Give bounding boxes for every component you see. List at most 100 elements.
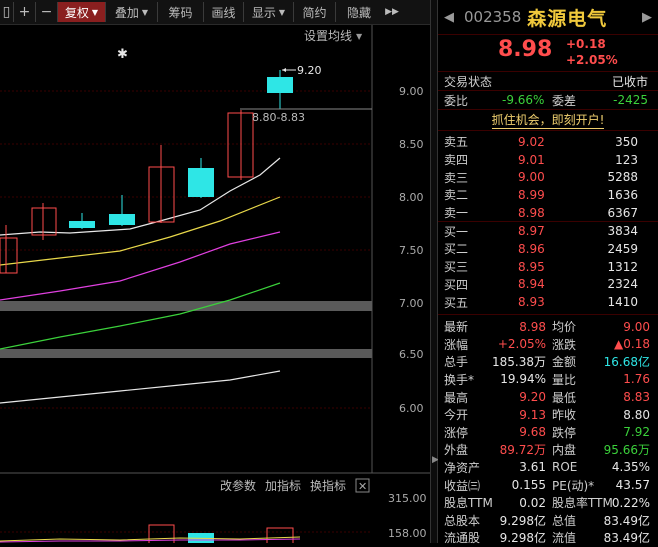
ask-price: 9.00 — [518, 170, 545, 185]
display-button[interactable]: 显示 ▼ — [244, 2, 294, 22]
stat-label: 涨停 — [444, 425, 469, 440]
switch-indicator-button[interactable]: 换指标 — [310, 478, 346, 493]
stat-label: 股息率TTM — [552, 496, 613, 511]
status-label: 交易状态 — [444, 74, 493, 89]
stat-label: 量比 — [552, 372, 577, 387]
ask-volume: 1636 — [607, 187, 638, 202]
stat-value: 9.298亿 — [499, 513, 546, 528]
candle-2 — [31, 207, 57, 236]
candle-4 — [109, 214, 135, 225]
ask-row: 卖四 9.01 123 — [438, 151, 658, 169]
ask-volume: 5288 — [607, 170, 638, 185]
stat-label: 收益㈢ — [444, 478, 481, 493]
stat-row: 最新 8.98 均价 9.00 — [438, 318, 658, 336]
status-value: 已收市 — [611, 74, 648, 89]
stat-value: 0.22% — [611, 495, 650, 510]
stat-value: 4.35% — [611, 460, 650, 475]
bid-volume: 3834 — [607, 224, 638, 239]
chips-button[interactable]: 筹码 — [158, 2, 204, 22]
price-tick: 8.50 — [399, 138, 424, 151]
edit-params-button[interactable]: 改参数 — [220, 478, 256, 493]
fuquan-label: 复权 — [64, 5, 89, 20]
stat-value: 9.20 — [519, 390, 546, 405]
bid-price: 8.94 — [518, 277, 545, 292]
add-indicator-button[interactable]: 加指标 — [265, 478, 301, 493]
draw-line-button[interactable]: 画线 — [204, 2, 244, 22]
zoom-out-button[interactable]: − — [36, 2, 58, 22]
chart-toolbar: ▯ + − 复权 ▼ 叠加 ▼ 筹码 画线 显示 ▼ 简约 隐藏 ▶▶ — [0, 0, 430, 25]
stat-value: 16.68亿 — [603, 355, 650, 370]
stat-value: 7.92 — [623, 425, 650, 440]
quote-panel: ◀ 002358 森源电气 ▶ 8.98 +0.18 +2.05% 交易状态 已… — [438, 0, 658, 545]
stat-label: 金额 — [552, 355, 577, 370]
status-row: 交易状态 已收市 — [438, 72, 658, 91]
band-upper — [0, 301, 372, 311]
volume-bar — [266, 527, 294, 546]
bid-volume: 1410 — [607, 295, 638, 310]
price-tick: 6.50 — [399, 348, 424, 361]
kline-svg: 9.20 8.80-8.83 ✱ 设置均线 ▼ 9.00 8.50 8.00 7… — [0, 25, 430, 546]
stat-row: 换手* 19.94% 量比 1.76 — [438, 371, 658, 389]
candle-8 — [267, 77, 293, 93]
stat-value: +2.05% — [497, 337, 546, 352]
weibi-label: 委比 — [444, 93, 469, 108]
simple-button[interactable]: 简约 — [294, 2, 336, 22]
ask-label: 卖二 — [444, 188, 469, 203]
bid-price: 8.97 — [518, 224, 545, 239]
stat-label: 总股本 — [444, 513, 481, 528]
ask-volume: 350 — [615, 134, 638, 149]
volume-bars — [0, 524, 301, 546]
stock-code: 002358 — [464, 8, 522, 26]
overlay-label: 叠加 — [114, 5, 139, 20]
overlay-button[interactable]: 叠加 ▼ — [106, 2, 158, 22]
stat-row: 总手 185.38万 金额 16.68亿 — [438, 353, 658, 371]
ask-label: 卖三 — [444, 170, 469, 185]
expand-icon[interactable]: ▶▶ — [382, 2, 402, 22]
volume-tick: 158.00 — [388, 527, 427, 540]
high-marker-label: 9.20 — [297, 64, 322, 77]
ask-volume: 6367 — [607, 205, 638, 220]
stat-value: 8.83 — [623, 390, 650, 405]
stat-value: ▲0.18 — [614, 337, 650, 352]
ask-label: 卖五 — [444, 135, 469, 150]
stat-value: 8.80 — [623, 407, 650, 422]
range-label: 8.80-8.83 — [252, 111, 305, 124]
change-percent: +2.05% — [566, 53, 618, 67]
stat-value: 43.57 — [615, 478, 650, 493]
hide-button[interactable]: 隐藏 — [336, 2, 382, 22]
ma-magenta — [0, 231, 281, 301]
bid-row: 买二 8.96 2459 — [438, 240, 658, 258]
bid-row: 买四 8.94 2324 — [438, 276, 658, 294]
bid-row: 买一 8.97 3834 — [438, 222, 658, 240]
candle-1 — [0, 237, 18, 274]
bid-label: 买一 — [444, 224, 469, 239]
order-book: 卖五 9.02 350 卖四 9.01 123 卖三 9.00 5288 卖二 8.99 163… — [438, 131, 658, 311]
candle-6 — [188, 168, 214, 197]
prev-stock-icon[interactable]: ◀ — [438, 10, 460, 25]
left-partial-icon[interactable]: ▯ — [0, 2, 14, 22]
stat-value: 9.13 — [519, 407, 546, 422]
zoom-in-button[interactable]: + — [14, 2, 36, 22]
weicha-value: -2425 — [613, 93, 648, 107]
fuquan-button[interactable]: 复权 ▼ — [58, 2, 106, 22]
ask-label: 卖一 — [444, 206, 469, 221]
next-stock-icon[interactable]: ▶ — [636, 10, 658, 25]
bid-price: 8.95 — [518, 259, 545, 274]
bid-row: 买三 8.95 1312 — [438, 258, 658, 276]
promo-banner[interactable]: 抓住机会，即刻开户! — [438, 109, 658, 131]
kline-chart[interactable]: 9.20 8.80-8.83 ✱ 设置均线 ▼ 9.00 8.50 8.00 7… — [0, 25, 430, 546]
bid-volume: 2459 — [607, 241, 638, 256]
dropdown-icon: ▼ — [356, 32, 363, 41]
stat-label: 涨跌 — [552, 337, 577, 352]
bid-price: 8.96 — [518, 241, 545, 256]
stat-label: 今开 — [444, 408, 469, 423]
dropdown-icon: ▼ — [278, 7, 286, 17]
band-lower — [0, 349, 372, 358]
promo-link[interactable]: 抓住机会，即刻开户! — [491, 111, 605, 129]
stat-label: 换手* — [444, 372, 475, 387]
stat-label: 内盘 — [552, 443, 577, 458]
panel-divider[interactable]: ▶ — [430, 0, 439, 543]
ma-setting-button[interactable]: 设置均线 — [304, 29, 352, 43]
high-marker-arrow — [282, 68, 286, 72]
price-tick: 7.50 — [399, 244, 424, 257]
